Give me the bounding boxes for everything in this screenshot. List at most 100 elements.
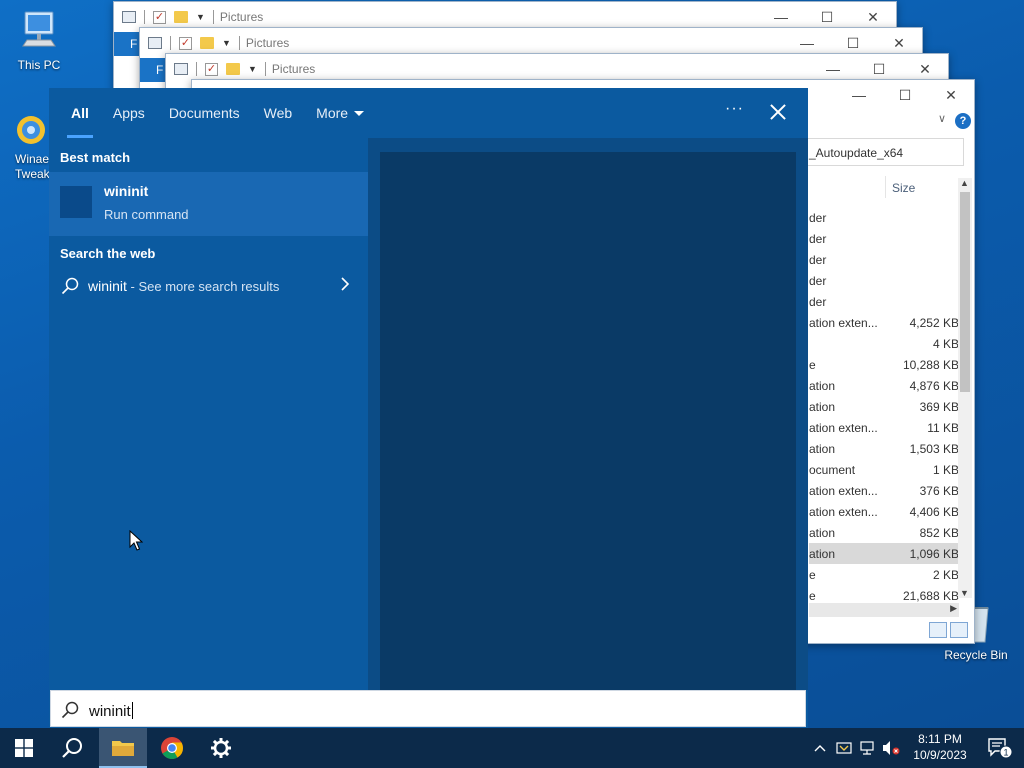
chrome-icon [161,737,183,759]
recycle-bin-label: Recycle Bin [944,648,1008,662]
vertical-scrollbar[interactable]: ▲ ▼ [958,178,972,598]
text-caret [131,702,133,719]
maximize-button[interactable]: ☐ [882,80,928,110]
quick-access-toolbar: ✓ ▼ [114,10,214,24]
scroll-up-icon[interactable]: ▲ [960,178,969,188]
action-center-button[interactable]: 1 [978,728,1022,768]
horizontal-scrollbar[interactable]: ▶ [809,603,959,617]
search-icon [61,701,79,719]
customize-toolbar-icon[interactable]: ▼ [196,12,205,22]
file-row[interactable]: ation exten... 376 KB [809,480,959,501]
chevron-right-icon[interactable] [338,276,352,292]
file-row[interactable]: ation 852 KB [809,522,959,543]
file-row[interactable]: 4 KB [809,333,959,354]
file-row[interactable]: ation 369 KB [809,396,959,417]
details-view-icon[interactable] [929,622,947,638]
expand-ribbon-icon[interactable]: ∨ [938,112,946,125]
web-search-result[interactable]: wininit - See more search results [49,273,368,301]
file-row[interactable]: ation exten... 11 KB [809,417,959,438]
file-type: ation [809,442,836,456]
new-folder-icon[interactable] [174,11,188,23]
file-size: 4,876 KB [909,379,959,393]
search-panel: All Apps Documents Web More ··· Best mat… [49,88,808,728]
mouse-cursor-icon [129,530,143,551]
volume-muted-icon[interactable] [882,740,900,756]
file-row[interactable]: der [809,270,959,291]
file-size: 4,406 KB [909,505,959,519]
notification-icon: 1 [988,738,1013,759]
start-button[interactable] [0,728,48,768]
properties-icon[interactable]: ✓ [205,62,218,76]
window-icon[interactable] [174,63,188,75]
chevron-down-icon [354,110,365,116]
scroll-right-icon[interactable]: ▶ [950,603,957,614]
file-type: ation exten... [809,421,878,435]
folder-icon [112,741,134,756]
scrollbar-thumb[interactable] [960,192,970,392]
best-match-heading: Best match [60,150,131,165]
new-folder-icon[interactable] [226,63,240,75]
file-row[interactable]: der [809,228,959,249]
quick-access-toolbar: ✓ ▼ [166,62,266,76]
search-input[interactable]: wininit [50,690,806,727]
taskbar-chrome[interactable] [148,728,196,768]
file-row[interactable]: ation 1,503 KB [809,438,959,459]
taskbar-file-explorer[interactable] [99,728,147,768]
file-row[interactable]: der [809,291,959,312]
more-options-icon[interactable]: ··· [725,100,744,118]
tab-all[interactable]: All [67,88,93,138]
large-icons-view-icon[interactable] [950,622,968,638]
tab-more[interactable]: More [316,88,365,138]
properties-icon[interactable]: ✓ [179,36,192,50]
file-row[interactable]: ation 4,876 KB [809,375,959,396]
file-row[interactable]: e 2 KB [809,564,959,585]
show-hidden-icons-button[interactable] [814,728,826,768]
window-title: Pictures [245,36,290,50]
this-pc-icon [22,11,56,47]
file-row[interactable]: ation 1,096 KB [809,543,959,564]
taskbar-clock[interactable]: 8:11 PM 10/9/2023 [910,731,970,763]
close-button[interactable]: ✕ [928,80,974,110]
customize-toolbar-icon[interactable]: ▼ [248,64,257,74]
window-icon[interactable] [148,37,162,49]
best-match-result[interactable]: wininit Run command [49,172,368,236]
taskbar-search-button[interactable] [48,728,96,768]
close-icon[interactable] [767,101,789,123]
file-row[interactable]: ation exten... 4,406 KB [809,501,959,522]
column-header-size[interactable]: Size [892,181,915,195]
clock-time: 8:11 PM [918,732,962,746]
window-icon[interactable] [122,11,136,23]
file-type: der [809,232,827,246]
new-folder-icon[interactable] [200,37,214,49]
properties-icon[interactable]: ✓ [153,10,166,24]
help-icon[interactable]: ? [955,113,971,129]
file-row[interactable]: ation exten... 4,252 KB [809,312,959,333]
scroll-down-icon[interactable]: ▼ [960,588,969,598]
file-row[interactable]: der [809,249,959,270]
file-row[interactable]: der [809,207,959,228]
results-list: Best match wininit Run command Search th… [49,138,368,690]
security-center-icon[interactable] [836,740,852,756]
desktop-icon-this-pc[interactable]: This PC [1,10,77,72]
tab-web[interactable]: Web [264,88,293,138]
winaero-tweaker-icon [17,116,45,144]
result-type: Run command [104,207,189,222]
file-row[interactable]: ocument 1 KB [809,459,959,480]
tab-apps[interactable]: Apps [113,88,145,138]
desktop-icon-winaero-tweaker[interactable]: Winae Tweak [0,114,54,182]
customize-toolbar-icon[interactable]: ▼ [222,38,231,48]
minimize-button[interactable]: — [836,80,882,110]
network-icon[interactable] [859,740,875,756]
file-size: 1,503 KB [909,442,959,456]
taskbar-settings[interactable] [197,728,245,768]
file-type: ation exten... [809,316,878,330]
search-query: wininit [89,703,131,720]
tab-documents[interactable]: Documents [169,88,240,138]
file-row[interactable]: e 10,288 KB [809,354,959,375]
address-bar[interactable]: _Autoupdate_x64 [802,138,964,166]
file-size: 4 KB [932,337,959,351]
file-type: der [809,274,827,288]
search-icon [61,277,79,295]
file-size: 2 KB [932,568,959,582]
search-tabs: All Apps Documents Web More [49,88,808,138]
